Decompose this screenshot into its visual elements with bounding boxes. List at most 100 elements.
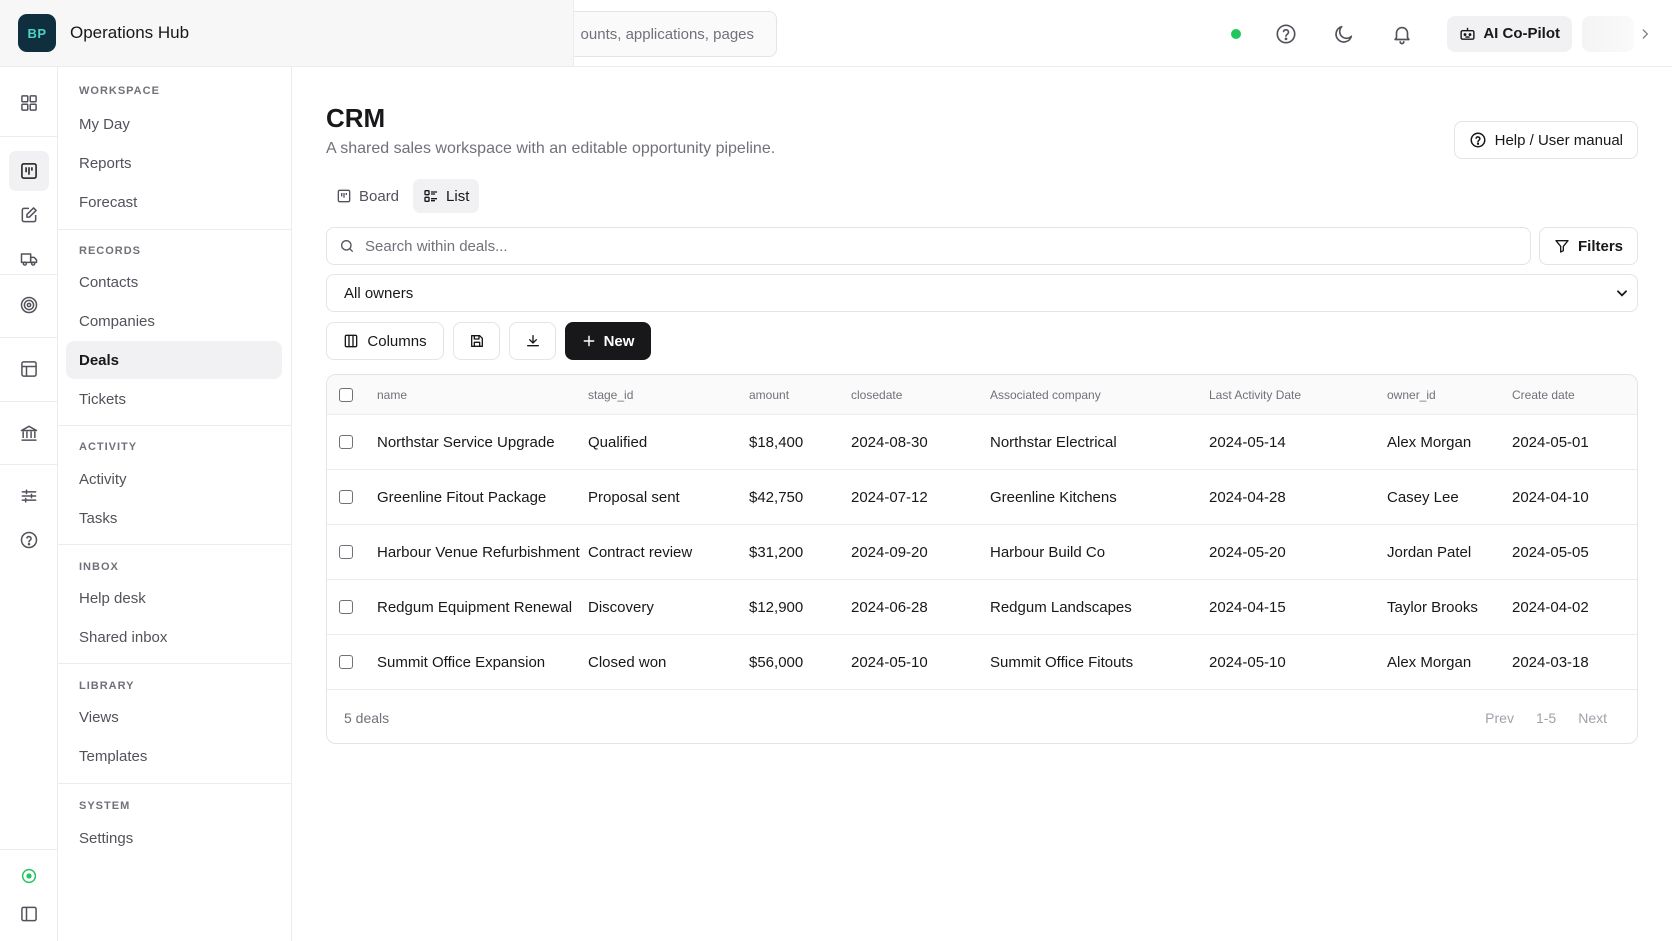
prev-page-button[interactable]: Prev xyxy=(1485,710,1514,726)
page-range: 1-5 xyxy=(1535,709,1557,726)
section-label-system: SYSTEM xyxy=(79,800,131,812)
deal-search-box[interactable] xyxy=(326,227,1531,265)
table-row[interactable]: Greenline Fitout Package Proposal sent $… xyxy=(327,470,1637,525)
table-toolbar: Columns New xyxy=(326,322,651,360)
cell-amount: $56,000 xyxy=(749,653,804,671)
column-header-last-activity[interactable]: Last Activity Date xyxy=(1209,375,1301,414)
brand-panel: BP Operations Hub xyxy=(0,0,574,67)
cell-amount: $42,750 xyxy=(749,488,804,506)
cell-name[interactable]: Summit Office Expansion xyxy=(377,635,545,689)
tab-board[interactable]: Board xyxy=(326,179,409,213)
table-icon[interactable] xyxy=(14,354,44,384)
select-all-checkbox[interactable] xyxy=(339,387,353,402)
sidebar-toggle-icon[interactable] xyxy=(14,899,44,929)
sidebar-item-my-day[interactable]: My Day xyxy=(66,105,282,143)
save-view-button[interactable] xyxy=(453,322,500,360)
export-button[interactable] xyxy=(509,322,556,360)
brand-logo[interactable]: BP xyxy=(18,14,56,52)
cell-last-activity: 2024-04-28 xyxy=(1209,488,1286,506)
owner-filter-select[interactable]: All owners xyxy=(326,274,1638,312)
table-row[interactable]: Summit Office Expansion Closed won $56,0… xyxy=(327,635,1637,690)
sidebar-item-templates[interactable]: Templates xyxy=(66,737,282,775)
cell-last-activity: 2024-04-15 xyxy=(1209,598,1286,616)
column-header-closedate[interactable]: closedate xyxy=(851,375,902,414)
cell-owner: Alex Morgan xyxy=(1387,653,1472,671)
brand-name: Operations Hub xyxy=(70,23,190,42)
new-deal-label: New xyxy=(603,332,635,350)
sidebar-item-contacts[interactable]: Contacts xyxy=(66,263,282,301)
cell-amount: $18,400 xyxy=(749,433,804,451)
truck-icon[interactable] xyxy=(14,244,44,274)
cell-name[interactable]: Greenline Fitout Package xyxy=(377,470,546,524)
next-page-button[interactable]: Next xyxy=(1578,710,1607,726)
ai-copilot-button[interactable]: AI Co-Pilot xyxy=(1447,15,1572,52)
cell-create-date: 2024-04-10 xyxy=(1512,488,1589,506)
sidebar-item-settings[interactable]: Settings xyxy=(66,819,282,857)
status-circle-icon[interactable] xyxy=(14,861,44,891)
help-circle-icon[interactable] xyxy=(1273,21,1299,47)
kanban-icon[interactable] xyxy=(9,151,49,191)
status-indicator xyxy=(1231,28,1242,39)
sidebar-item-views[interactable]: Views xyxy=(66,698,282,736)
cell-company: Northstar Electrical xyxy=(990,433,1117,451)
sidebar-item-help-desk[interactable]: Help desk xyxy=(66,579,282,617)
new-deal-button[interactable]: New xyxy=(565,322,651,360)
view-tabs: Board List xyxy=(326,179,480,213)
row-checkbox[interactable] xyxy=(339,600,353,614)
row-checkbox[interactable] xyxy=(339,490,353,504)
row-checkbox[interactable] xyxy=(339,655,353,669)
sliders-icon[interactable] xyxy=(14,481,44,511)
cell-name[interactable]: Harbour Venue Refurbishment xyxy=(377,525,580,579)
column-header-amount[interactable]: amount xyxy=(749,375,789,414)
bell-icon[interactable] xyxy=(1389,21,1415,47)
row-checkbox[interactable] xyxy=(339,545,353,559)
columns-button[interactable]: Columns xyxy=(326,322,444,360)
cell-owner: Casey Lee xyxy=(1387,488,1459,506)
cell-company: Redgum Landscapes xyxy=(990,598,1132,616)
cell-owner: Alex Morgan xyxy=(1387,433,1472,451)
column-header-stage[interactable]: stage_id xyxy=(588,375,633,414)
global-search-placeholder: ounts, applications, pages xyxy=(580,26,754,43)
column-header-create-date[interactable]: Create date xyxy=(1512,375,1575,414)
cell-company: Summit Office Fitouts xyxy=(990,653,1134,671)
sidebar-item-forecast[interactable]: Forecast xyxy=(66,183,282,221)
help-manual-button[interactable]: Help / User manual xyxy=(1453,121,1638,159)
table-row[interactable]: Harbour Venue Refurbishment Contract rev… xyxy=(327,525,1637,580)
column-header-name[interactable]: name xyxy=(377,375,407,414)
robot-icon xyxy=(1460,27,1475,40)
moon-icon[interactable] xyxy=(1331,21,1357,47)
sidebar-item-tasks[interactable]: Tasks xyxy=(66,499,282,537)
cell-name[interactable]: Redgum Equipment Renewal xyxy=(377,580,572,634)
deal-search-input[interactable] xyxy=(365,237,1465,255)
cell-stage: Proposal sent xyxy=(588,488,680,506)
table-footer: 5 deals Prev 1-5 Next xyxy=(327,690,1637,743)
column-header-owner[interactable]: owner_id xyxy=(1387,375,1436,414)
page-title: CRM xyxy=(326,103,386,133)
chevron-right-icon[interactable] xyxy=(1638,27,1658,41)
cell-name[interactable]: Northstar Service Upgrade xyxy=(377,415,555,469)
table-row[interactable]: Redgum Equipment Renewal Discovery $12,9… xyxy=(327,580,1637,635)
sidebar-item-reports[interactable]: Reports xyxy=(66,144,282,182)
row-checkbox[interactable] xyxy=(339,435,353,449)
deals-table: name stage_id amount closedate Associate… xyxy=(326,374,1638,744)
sidebar-item-companies[interactable]: Companies xyxy=(66,302,282,340)
sidebar-item-tickets[interactable]: Tickets xyxy=(66,380,282,418)
help-circle-icon[interactable] xyxy=(14,525,44,555)
edit-document-icon[interactable] xyxy=(14,200,44,230)
sidebar-nav: WORKSPACE My Day Reports Forecast RECORD… xyxy=(58,67,292,941)
sidebar-item-shared-inbox[interactable]: Shared inbox xyxy=(66,618,282,656)
column-header-company[interactable]: Associated company xyxy=(990,375,1101,414)
target-icon[interactable] xyxy=(14,290,44,320)
help-manual-label: Help / User manual xyxy=(1494,131,1623,149)
main-content: CRM A shared sales workspace with an edi… xyxy=(292,67,1672,941)
sidebar-item-deals[interactable]: Deals xyxy=(66,341,282,379)
sidebar-item-activity[interactable]: Activity xyxy=(66,460,282,498)
user-avatar[interactable] xyxy=(1582,15,1634,52)
grid-icon[interactable] xyxy=(14,88,44,118)
cell-create-date: 2024-04-02 xyxy=(1512,598,1589,616)
filters-button[interactable]: Filters xyxy=(1539,227,1638,265)
cell-create-date: 2024-05-01 xyxy=(1512,433,1589,451)
table-row[interactable]: Northstar Service Upgrade Qualified $18,… xyxy=(327,415,1637,470)
bank-icon[interactable] xyxy=(14,418,44,448)
tab-list[interactable]: List xyxy=(413,179,480,213)
